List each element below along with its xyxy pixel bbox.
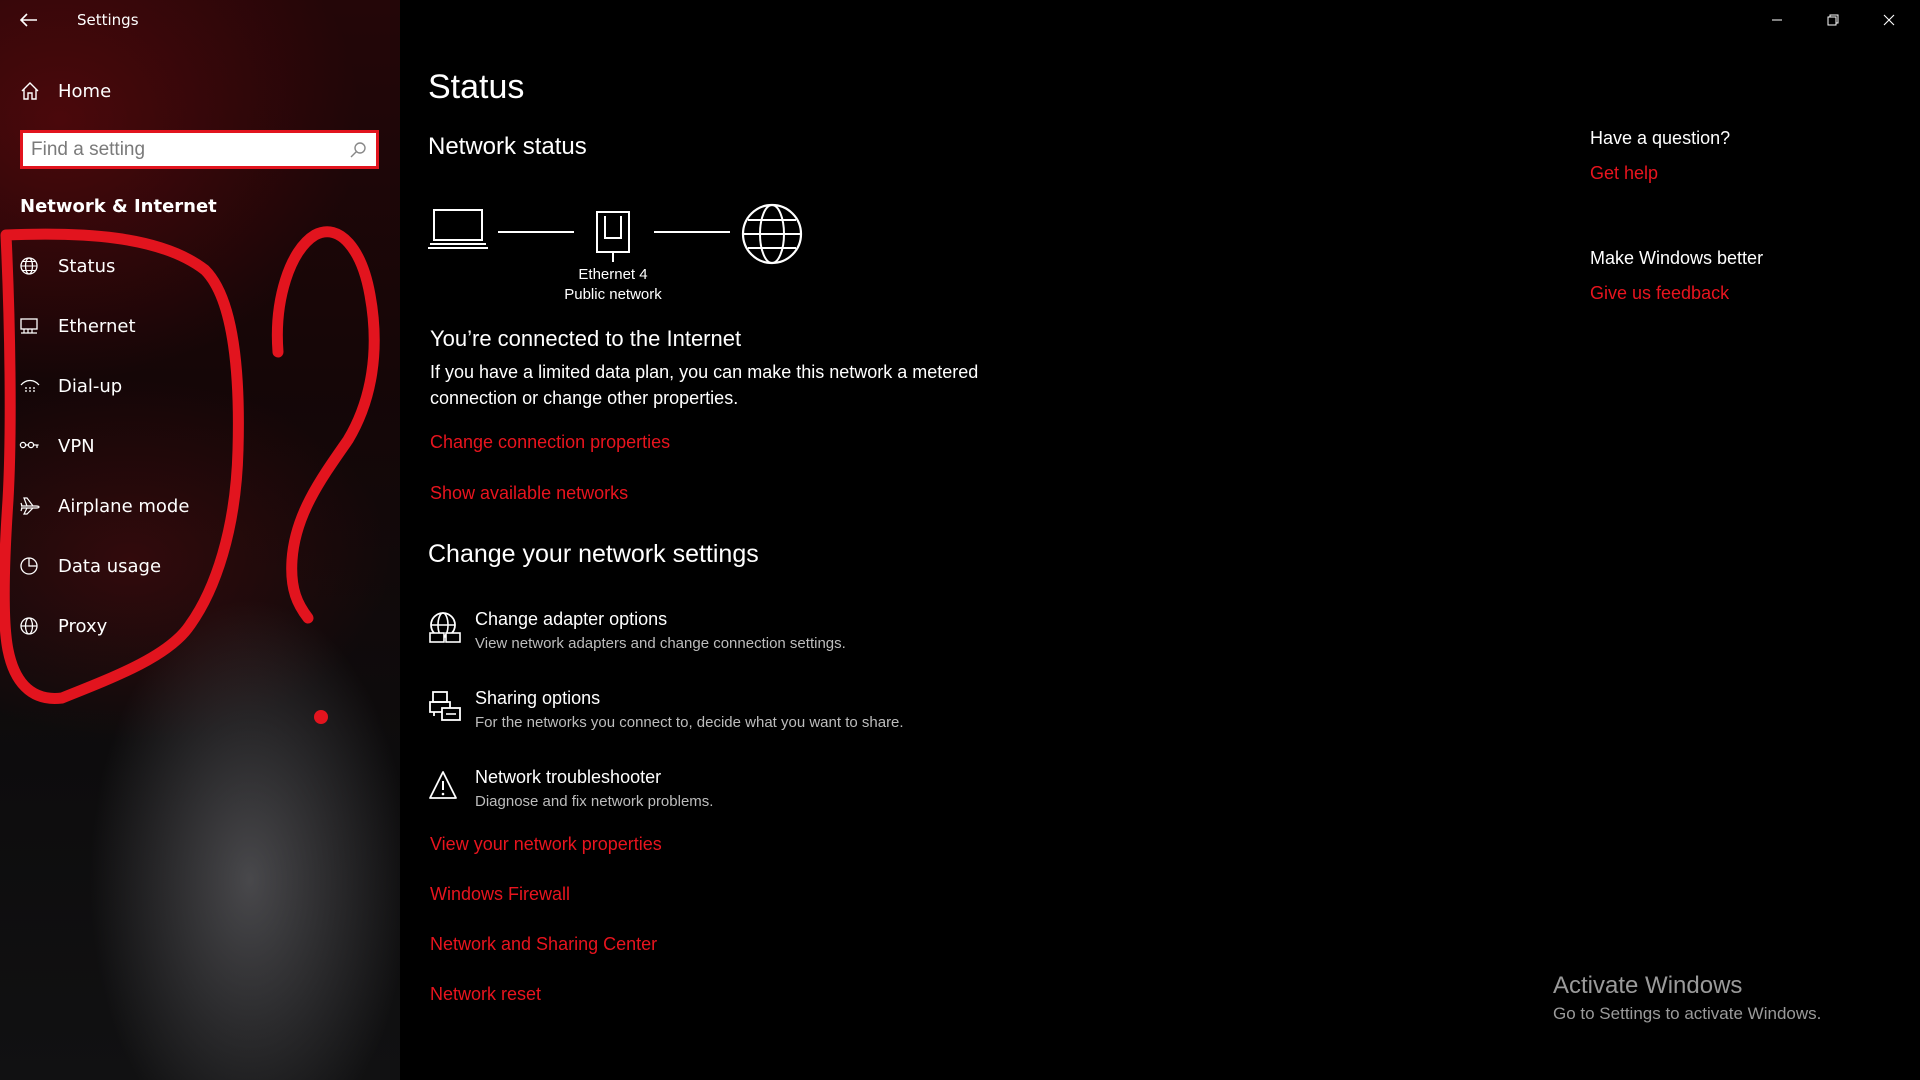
restore-icon [1827, 14, 1839, 26]
sidebar-item-data-usage[interactable]: Data usage [0, 542, 400, 590]
sidebar-item-label: Ethernet [58, 315, 136, 337]
option-title: Change adapter options [475, 609, 668, 629]
get-help-link[interactable]: Get help [1590, 163, 1658, 184]
minimize-icon [1772, 19, 1782, 21]
show-available-networks-link[interactable]: Show available networks [430, 483, 628, 504]
page-title: Status [428, 68, 525, 106]
network-sharing-center-link[interactable]: Network and Sharing Center [430, 934, 657, 955]
sidebar-item-label: Status [58, 255, 116, 277]
network-status-heading: Network status [428, 133, 587, 160]
option-title: Network troubleshooter [475, 767, 662, 787]
sidebar: Settings Home Network & Internet S [0, 0, 400, 1080]
change-adapter-options[interactable]: Change adapter options View network adap… [428, 609, 1128, 669]
sharing-icon [428, 690, 462, 724]
laptop-icon [428, 209, 488, 249]
sidebar-item-proxy[interactable]: Proxy [0, 602, 400, 650]
make-windows-better-heading: Make Windows better [1590, 248, 1764, 268]
sidebar-item-label: Airplane mode [58, 495, 190, 517]
option-description: For the networks you connect to, decide … [475, 714, 904, 731]
windows-firewall-link[interactable]: Windows Firewall [430, 884, 570, 905]
vpn-icon [19, 435, 41, 457]
title-bar: Settings [0, 0, 400, 40]
network-type: Public network [564, 286, 662, 303]
sidebar-item-label: Data usage [58, 555, 162, 577]
option-description: View network adapters and change connect… [475, 635, 846, 652]
watermark-title: Activate Windows [1553, 972, 1743, 999]
nav-home[interactable]: Home [0, 67, 400, 115]
sidebar-item-label: VPN [58, 435, 95, 457]
network-reset-link[interactable]: Network reset [430, 984, 541, 1005]
network-troubleshooter[interactable]: Network troubleshooter Diagnose and fix … [428, 767, 1128, 827]
sidebar-item-dialup[interactable]: Dial-up [0, 362, 400, 410]
give-feedback-link[interactable]: Give us feedback [1590, 283, 1729, 304]
search-box [20, 130, 379, 169]
sidebar-item-status[interactable]: Status [0, 242, 400, 290]
option-title: Sharing options [475, 688, 601, 708]
dialup-icon [19, 375, 41, 397]
close-icon [1883, 14, 1895, 26]
main-content: Status Network status Ethernet 4 Public … [400, 0, 1920, 1080]
connected-description: If you have a limited data plan, you can… [430, 362, 979, 408]
change-settings-heading: Change your network settings [428, 540, 759, 568]
section-heading: Network & Internet [20, 196, 217, 217]
sidebar-item-airplane[interactable]: Airplane mode [0, 482, 400, 530]
change-connection-properties-link[interactable]: Change connection properties [430, 432, 670, 453]
question-heading: Have a question? [1590, 128, 1731, 148]
view-network-properties-link[interactable]: View your network properties [430, 834, 662, 855]
search-icon[interactable] [348, 140, 368, 160]
watermark-subtitle: Go to Settings to activate Windows. [1553, 1004, 1822, 1023]
activate-windows-watermark: Activate Windows Go to Settings to activ… [1553, 972, 1821, 1024]
nav-home-label: Home [58, 80, 112, 102]
internet-globe-icon [741, 203, 803, 265]
airplane-icon [19, 495, 41, 517]
home-icon [19, 80, 41, 102]
sidebar-item-vpn[interactable]: VPN [0, 422, 400, 470]
minimize-button[interactable] [1749, 0, 1805, 40]
back-button[interactable] [14, 6, 44, 34]
warning-icon [428, 769, 462, 803]
ethernet-icon [19, 315, 41, 337]
network-diagram: Ethernet 4 Public network [428, 200, 828, 310]
data-usage-icon [19, 555, 41, 577]
search-input[interactable] [23, 134, 333, 165]
adapter-name: Ethernet 4 [578, 266, 648, 283]
option-description: Diagnose and fix network problems. [475, 793, 714, 810]
ethernet-port-icon [596, 211, 630, 262]
connected-title: You’re connected to the Internet [430, 326, 742, 351]
sidebar-item-label: Proxy [58, 615, 108, 637]
restore-button[interactable] [1805, 0, 1861, 40]
status-globe-icon [19, 255, 41, 277]
back-arrow-icon [20, 13, 37, 27]
sidebar-item-label: Dial-up [58, 375, 123, 397]
close-button[interactable] [1861, 0, 1917, 40]
sharing-options[interactable]: Sharing options For the networks you con… [428, 688, 1128, 748]
sidebar-item-ethernet[interactable]: Ethernet [0, 302, 400, 350]
adapter-icon [428, 611, 462, 645]
globe-icon [19, 615, 41, 637]
app-title: Settings [77, 11, 139, 29]
